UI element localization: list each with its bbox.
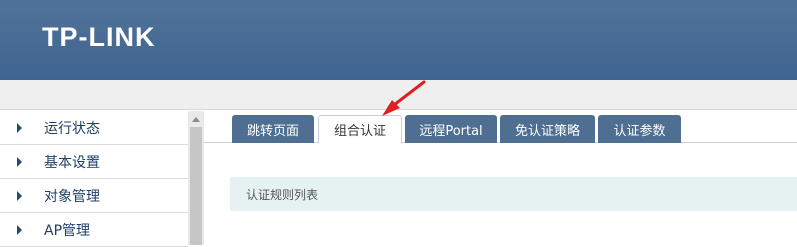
top-header: TP-LINK [0,0,797,80]
tab-auth-free-policy[interactable]: 免认证策略 [500,115,595,143]
sidebar-item-basic-settings[interactable]: 基本设置 [0,145,188,179]
sidebar-item-run-status[interactable]: 运行状态 [0,111,188,145]
section-header: 认证规则列表 [230,177,797,211]
brand-logo: TP-LINK [42,22,156,52]
tab-redirect-page[interactable]: 跳转页面 [232,115,314,143]
main-content: 跳转页面 组合认证 远程Portal 免认证策略 认证参数 认证规则列表 [204,111,797,245]
red-arrow-annotation-icon [382,80,426,116]
triangle-right-icon [17,122,22,133]
sidebar-nav: 运行状态 基本设置 对象管理 AP管理 [0,111,188,247]
sidebar-scrollbar[interactable] [188,111,204,245]
triangle-right-icon [17,156,22,167]
section-title: 认证规则列表 [246,187,319,202]
sidebar-item-ap-management[interactable]: AP管理 [0,213,188,247]
sidebar-item-label: 运行状态 [44,120,100,137]
scroll-up-arrow-icon[interactable] [192,117,200,122]
sidebar-item-object-management[interactable]: 对象管理 [0,179,188,213]
tab-bar: 跳转页面 组合认证 远程Portal 免认证策略 认证参数 [204,111,797,144]
sidebar-item-label: 对象管理 [44,188,100,205]
triangle-right-icon [17,190,22,201]
triangle-right-icon [17,224,22,235]
tab-auth-parameters[interactable]: 认证参数 [598,115,681,143]
scrollbar-thumb[interactable] [190,127,202,245]
sidebar-item-label: 基本设置 [44,154,100,171]
sidebar-item-label: AP管理 [44,222,91,239]
